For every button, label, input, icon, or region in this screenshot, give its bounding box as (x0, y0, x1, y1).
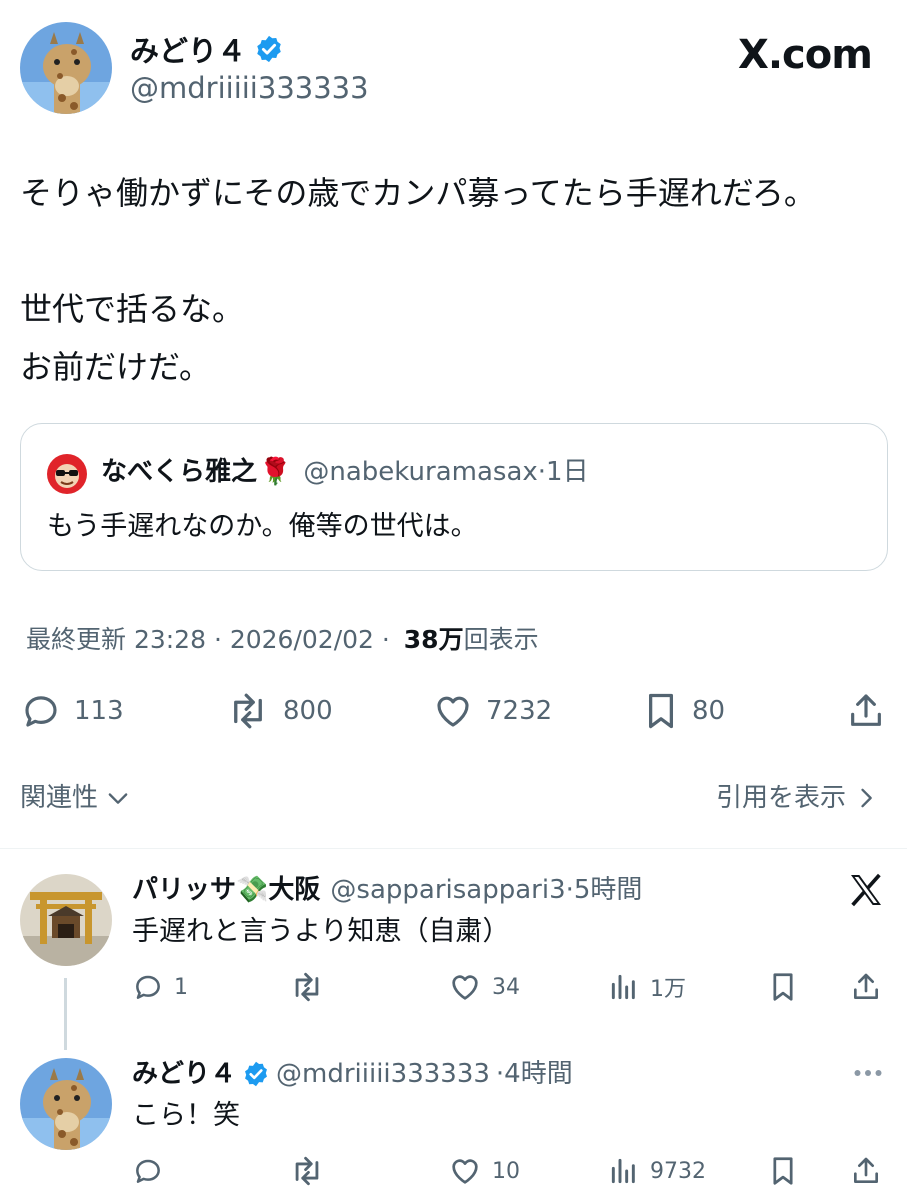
reply-1-views[interactable]: 1万 (608, 970, 686, 1004)
share-button[interactable] (846, 690, 886, 736)
bookmark-button[interactable]: 80 (642, 690, 725, 732)
reply-1-avatar[interactable] (20, 874, 112, 966)
view-count: 38万 (403, 625, 464, 654)
sunglasses-avatar-icon (47, 454, 87, 494)
chevron-down-icon (108, 793, 128, 804)
giraffe-avatar-icon (20, 22, 112, 114)
reply-count: 113 (74, 696, 124, 726)
reply-2-retweet-button[interactable] (288, 1154, 336, 1188)
tweet-meta: 最終更新 23:28 · 2026/02/02 · 38万回表示 (26, 620, 539, 660)
reply-1-view-count: 1万 (650, 977, 686, 1002)
retweet-icon (295, 1156, 319, 1186)
tweet-timestamp[interactable]: 最終更新 23:28 · 2026/02/02 · (26, 625, 390, 654)
tweet-text-line: そりゃ働かずにその歳でカンパ募ってたら手遅れだろ。 (20, 174, 816, 212)
more-dots-icon (854, 1070, 882, 1076)
retweet-icon (295, 972, 319, 1002)
chevron-right-icon (861, 788, 872, 808)
reply-2-bookmark-button[interactable] (768, 1154, 798, 1192)
share-icon (851, 694, 881, 726)
reply-1-share-button[interactable] (850, 970, 882, 1008)
reply-2-like-button[interactable]: 10 (448, 1154, 520, 1188)
reply-2-time[interactable]: ·4時間 (496, 1054, 573, 1094)
reply-2-text: こら！笑 (132, 1100, 240, 1131)
reply-1-header: パリッサ 💸 大阪 @sapparisappari3 ·5時間 (132, 870, 642, 910)
reply-2-header: みどり４ @mdriiiii333333 ·4時間 (132, 1054, 573, 1094)
tweet-text-line (20, 222, 890, 280)
more-options-button[interactable] (850, 1060, 886, 1090)
reply-2-like-count: 10 (492, 1158, 520, 1184)
section-divider (0, 848, 907, 849)
heart-icon (452, 1159, 478, 1184)
verified-badge-icon (245, 1061, 267, 1087)
like-button[interactable]: 7232 (432, 690, 552, 732)
reply-1-retweet-button[interactable] (288, 970, 336, 1004)
reply-2-views[interactable]: 9732 (608, 1154, 706, 1188)
show-quotes-label: 引用を表示 (716, 783, 847, 813)
rose-emoji: 🌹 (259, 457, 292, 487)
heart-icon (437, 696, 469, 727)
bookmark-icon (773, 973, 793, 1001)
reply-2-share-button[interactable] (850, 1154, 882, 1192)
reply-icon (25, 696, 57, 727)
giraffe-avatar-icon (20, 1058, 112, 1150)
view-count-label: 回表示 (463, 625, 539, 654)
x-logo-icon (846, 870, 886, 914)
retweet-icon (234, 693, 262, 729)
author-avatar[interactable] (20, 22, 112, 114)
verified-badge-icon (257, 35, 281, 63)
retweet-count: 800 (283, 696, 333, 726)
quoted-tweet-card[interactable]: なべくら雅之 🌹 @nabekuramasax ·1日 もう手遅れなのか。俺等の… (20, 423, 888, 571)
reply-1-text: 手遅れと言うより知恵（自粛） (132, 916, 510, 947)
reply-1-like-count: 34 (492, 974, 520, 1000)
reply-1-handle[interactable]: @sapparisappari3 (330, 870, 565, 910)
money-emoji: 💸 (236, 875, 269, 905)
share-icon (854, 973, 878, 999)
reply-2-handle[interactable]: @mdriiiii333333 (276, 1054, 490, 1094)
bookmark-icon (773, 1157, 793, 1185)
tweet-text-line: 世代で括るな。 (20, 290, 245, 328)
author-display-name[interactable]: みどり４ (130, 28, 246, 70)
reply-2-display-name[interactable]: みどり４ (132, 1054, 236, 1094)
analytics-icon (611, 974, 635, 1000)
relevance-dropdown[interactable]: 関連性 (20, 778, 132, 818)
reply-1-like-button[interactable]: 34 (448, 970, 520, 1004)
like-count: 7232 (486, 696, 553, 726)
shrine-avatar-icon (20, 874, 112, 966)
reply-button[interactable]: 113 (20, 690, 124, 732)
reply-1-display-name[interactable]: パリッサ (132, 870, 236, 910)
bookmark-icon (648, 693, 674, 729)
quoted-handle[interactable]: @nabekuramasax (303, 452, 537, 492)
author-handle[interactable]: @mdriiiii333333 (130, 70, 369, 106)
author-name-row: みどり４ (130, 28, 284, 70)
reply-1-reply-count: 1 (174, 974, 188, 1000)
quoted-display-name[interactable]: なべくら雅之 (101, 452, 257, 492)
tweet-text: そりゃ働かずにその歳でカンパ募ってたら手遅れだろ。 世代で括るな。 お前だけだ。 (20, 164, 890, 396)
reply-1-bookmark-button[interactable] (768, 970, 798, 1008)
analytics-icon (611, 1158, 635, 1184)
reply-icon (136, 975, 160, 999)
reply-2-reply-button[interactable] (132, 1154, 174, 1188)
heart-icon (452, 975, 478, 1000)
share-icon (854, 1157, 878, 1183)
quoted-author-avatar[interactable] (47, 454, 87, 494)
quoted-header: なべくら雅之 🌹 @nabekuramasax ·1日 (101, 452, 589, 492)
reply-1-time[interactable]: ·5時間 (566, 870, 643, 910)
relevance-label: 関連性 (20, 783, 99, 813)
quoted-text: もう手遅れなのか。俺等の世代は。 (47, 511, 478, 542)
brand-watermark: X.com (738, 32, 873, 78)
reply-icon (136, 1159, 160, 1183)
retweet-button[interactable]: 800 (225, 690, 333, 732)
reply-2-avatar[interactable] (20, 1058, 112, 1150)
show-quotes-link[interactable]: 引用を表示 (716, 778, 878, 818)
reply-2-view-count: 9732 (650, 1158, 706, 1184)
reply-1-name-suffix[interactable]: 大阪 (268, 870, 320, 910)
thread-connector-line (64, 978, 67, 1050)
reply-1-reply-button[interactable]: 1 (132, 970, 188, 1004)
tweet-text-line: お前だけだ。 (20, 348, 212, 386)
bookmark-count: 80 (692, 696, 726, 726)
quoted-time[interactable]: ·1日 (538, 452, 589, 492)
